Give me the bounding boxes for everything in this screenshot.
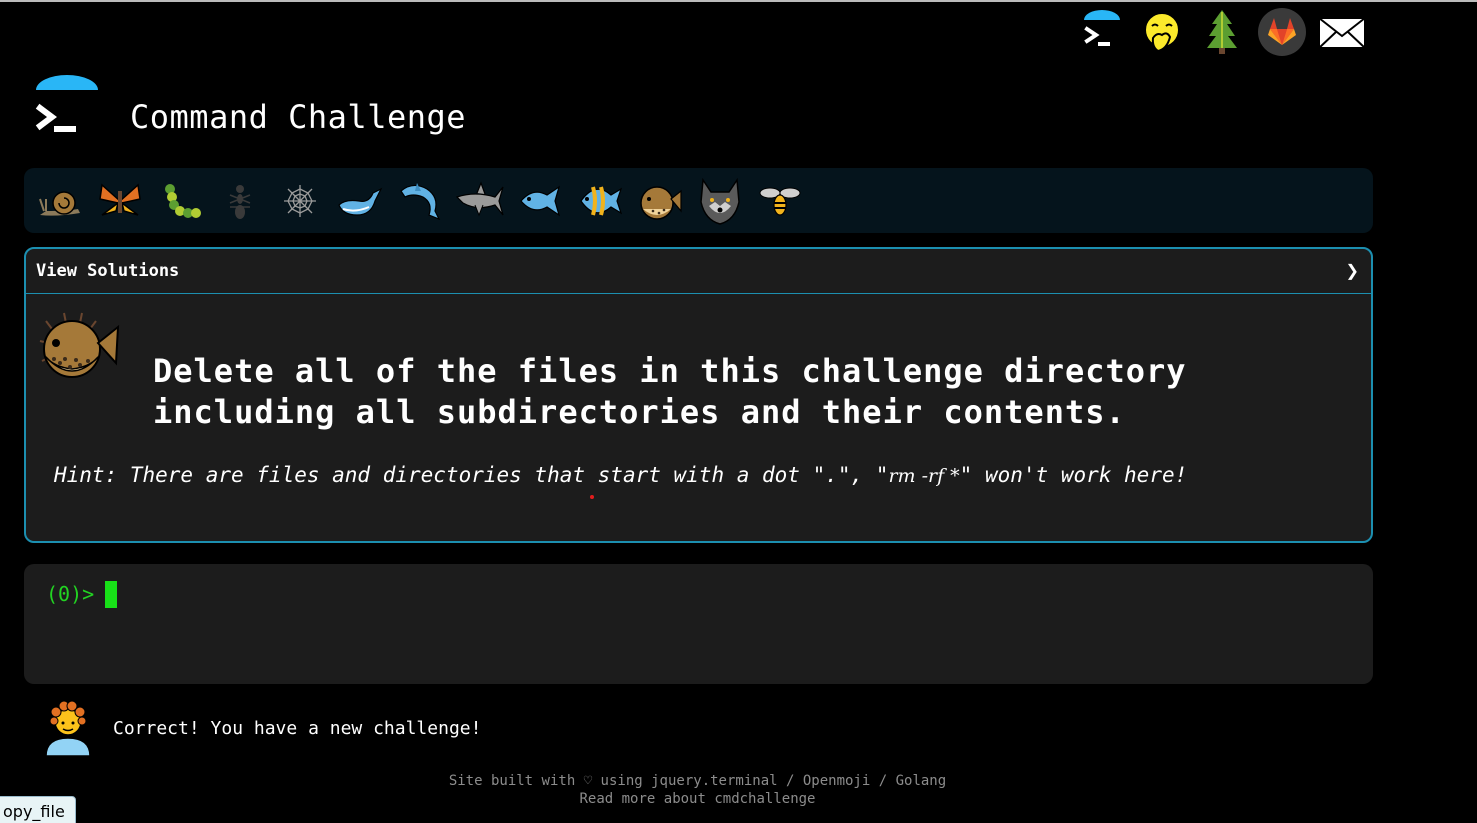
view-solutions-label: View Solutions: [36, 261, 180, 281]
footer-about: Read more about cmdchallenge: [0, 790, 1395, 808]
terminal-cursor[interactable]: [105, 581, 117, 608]
hint-prefix: Hint: There are files and directories th…: [54, 463, 889, 487]
level-ant-icon[interactable]: [210, 171, 270, 231]
face-with-hand-over-mouth-icon[interactable]: [1136, 6, 1188, 58]
top-border: [0, 0, 1477, 2]
challenge-panel: View Solutions ❯ Delete all of the files…: [24, 247, 1373, 543]
level-shark-icon[interactable]: [450, 171, 510, 231]
hint-code: rm -rf *: [888, 465, 960, 487]
level-dolphin-icon[interactable]: [390, 171, 450, 231]
view-solutions-toggle[interactable]: View Solutions ❯: [26, 249, 1371, 294]
level-tropical-fish-icon[interactable]: [570, 171, 630, 231]
level-selector: [24, 168, 1373, 233]
level-wolf-icon[interactable]: [690, 171, 750, 231]
level-spider-web-icon[interactable]: [270, 171, 330, 231]
level-blowfish-icon[interactable]: [630, 171, 690, 231]
terminal[interactable]: (0)>: [24, 564, 1373, 684]
blowfish-icon: [34, 307, 124, 387]
level-caterpillar-icon[interactable]: [150, 171, 210, 231]
person-curly-hair-icon: [42, 700, 94, 757]
cmdchallenge-link[interactable]: cmdchallenge: [714, 791, 815, 807]
level-fish-icon[interactable]: [510, 171, 570, 231]
gitlab-icon[interactable]: [1256, 6, 1308, 58]
challenge-description: Delete all of the files in this challeng…: [153, 352, 1187, 431]
jquery-terminal-link[interactable]: jquery.terminal: [651, 773, 777, 789]
terminal-prompt: (0)>: [46, 582, 95, 606]
site-title[interactable]: Command Challenge: [130, 98, 466, 136]
hint-suffix: " won't work here!: [959, 463, 1188, 487]
chevron-right-icon: ❯: [1345, 258, 1359, 284]
top-nav: [1076, 6, 1376, 58]
evergreen-tree-icon[interactable]: [1196, 6, 1248, 58]
openmoji-link[interactable]: Openmoji: [803, 773, 870, 789]
terminal-logo-icon[interactable]: [1076, 6, 1128, 58]
file-tooltip: opy_file: [0, 796, 76, 823]
status-message: Correct! You have a new challenge!: [113, 718, 482, 739]
footer-credits: Site built with ♡ using jquery.terminal …: [0, 772, 1395, 790]
envelope-icon[interactable]: [1316, 6, 1368, 58]
challenge-hint: Hint: There are files and directories th…: [54, 463, 1187, 487]
site-logo-icon[interactable]: [30, 74, 104, 144]
footer: Site built with ♡ using jquery.terminal …: [0, 772, 1395, 808]
spellcheck-marker: [590, 495, 594, 499]
level-bee-icon[interactable]: [750, 171, 810, 231]
golang-link[interactable]: Golang: [896, 773, 947, 789]
level-whale-icon[interactable]: [330, 171, 390, 231]
footer-sep-2: /: [870, 773, 896, 789]
footer-sep-1: /: [777, 773, 803, 789]
page: Command Challenge View Solutions ❯ Delet…: [0, 0, 1477, 823]
level-butterfly-icon[interactable]: [90, 171, 150, 231]
footer-credits-prefix: Site built with ♡ using: [448, 773, 652, 789]
footer-about-prefix: Read more about: [579, 791, 715, 807]
level-snail-icon[interactable]: [30, 171, 90, 231]
